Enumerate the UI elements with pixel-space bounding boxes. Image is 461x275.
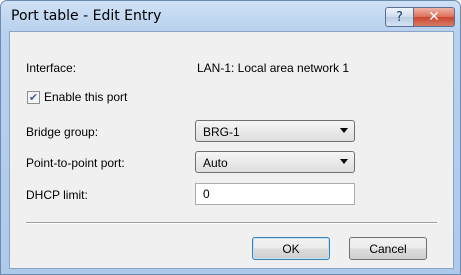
close-button[interactable]: ✕ (413, 7, 455, 27)
enable-port-checkbox[interactable]: ✔ (27, 90, 40, 104)
checkmark-icon: ✔ (28, 90, 39, 104)
divider (26, 222, 437, 224)
p2p-port-value: Auto (203, 156, 228, 170)
cancel-button[interactable]: Cancel (349, 237, 427, 260)
dhcp-limit-field[interactable] (195, 183, 355, 205)
bridge-group-value: BRG-1 (203, 125, 240, 139)
close-icon: ✕ (428, 9, 440, 25)
chevron-down-icon (340, 159, 348, 164)
enable-port-label[interactable]: Enable this port (44, 90, 127, 104)
p2p-port-label: Point-to-point port: (26, 156, 125, 170)
interface-value: LAN-1: Local area network 1 (197, 61, 350, 75)
dialog-window: Port table - Edit Entry ? ✕ Interface: L… (0, 0, 461, 275)
question-mark-icon: ? (396, 9, 403, 25)
bridge-group-label: Bridge group: (26, 125, 99, 139)
dialog-body: Interface: LAN-1: Local area network 1 ✔… (9, 31, 454, 269)
window-title: Port table - Edit Entry (11, 8, 162, 24)
help-button[interactable]: ? (385, 7, 414, 27)
interface-label: Interface: (26, 61, 77, 75)
dhcp-limit-label: DHCP limit: (26, 188, 88, 202)
bridge-group-select[interactable]: BRG-1 (195, 120, 355, 142)
p2p-port-select[interactable]: Auto (195, 151, 355, 173)
chevron-down-icon (340, 128, 348, 133)
enable-port-checkbox-row[interactable]: ✔ Enable this port (27, 90, 127, 104)
ok-button[interactable]: OK (252, 237, 330, 260)
title-bar[interactable]: Port table - Edit Entry ? ✕ (1, 1, 460, 31)
dhcp-limit-input[interactable] (196, 184, 354, 204)
